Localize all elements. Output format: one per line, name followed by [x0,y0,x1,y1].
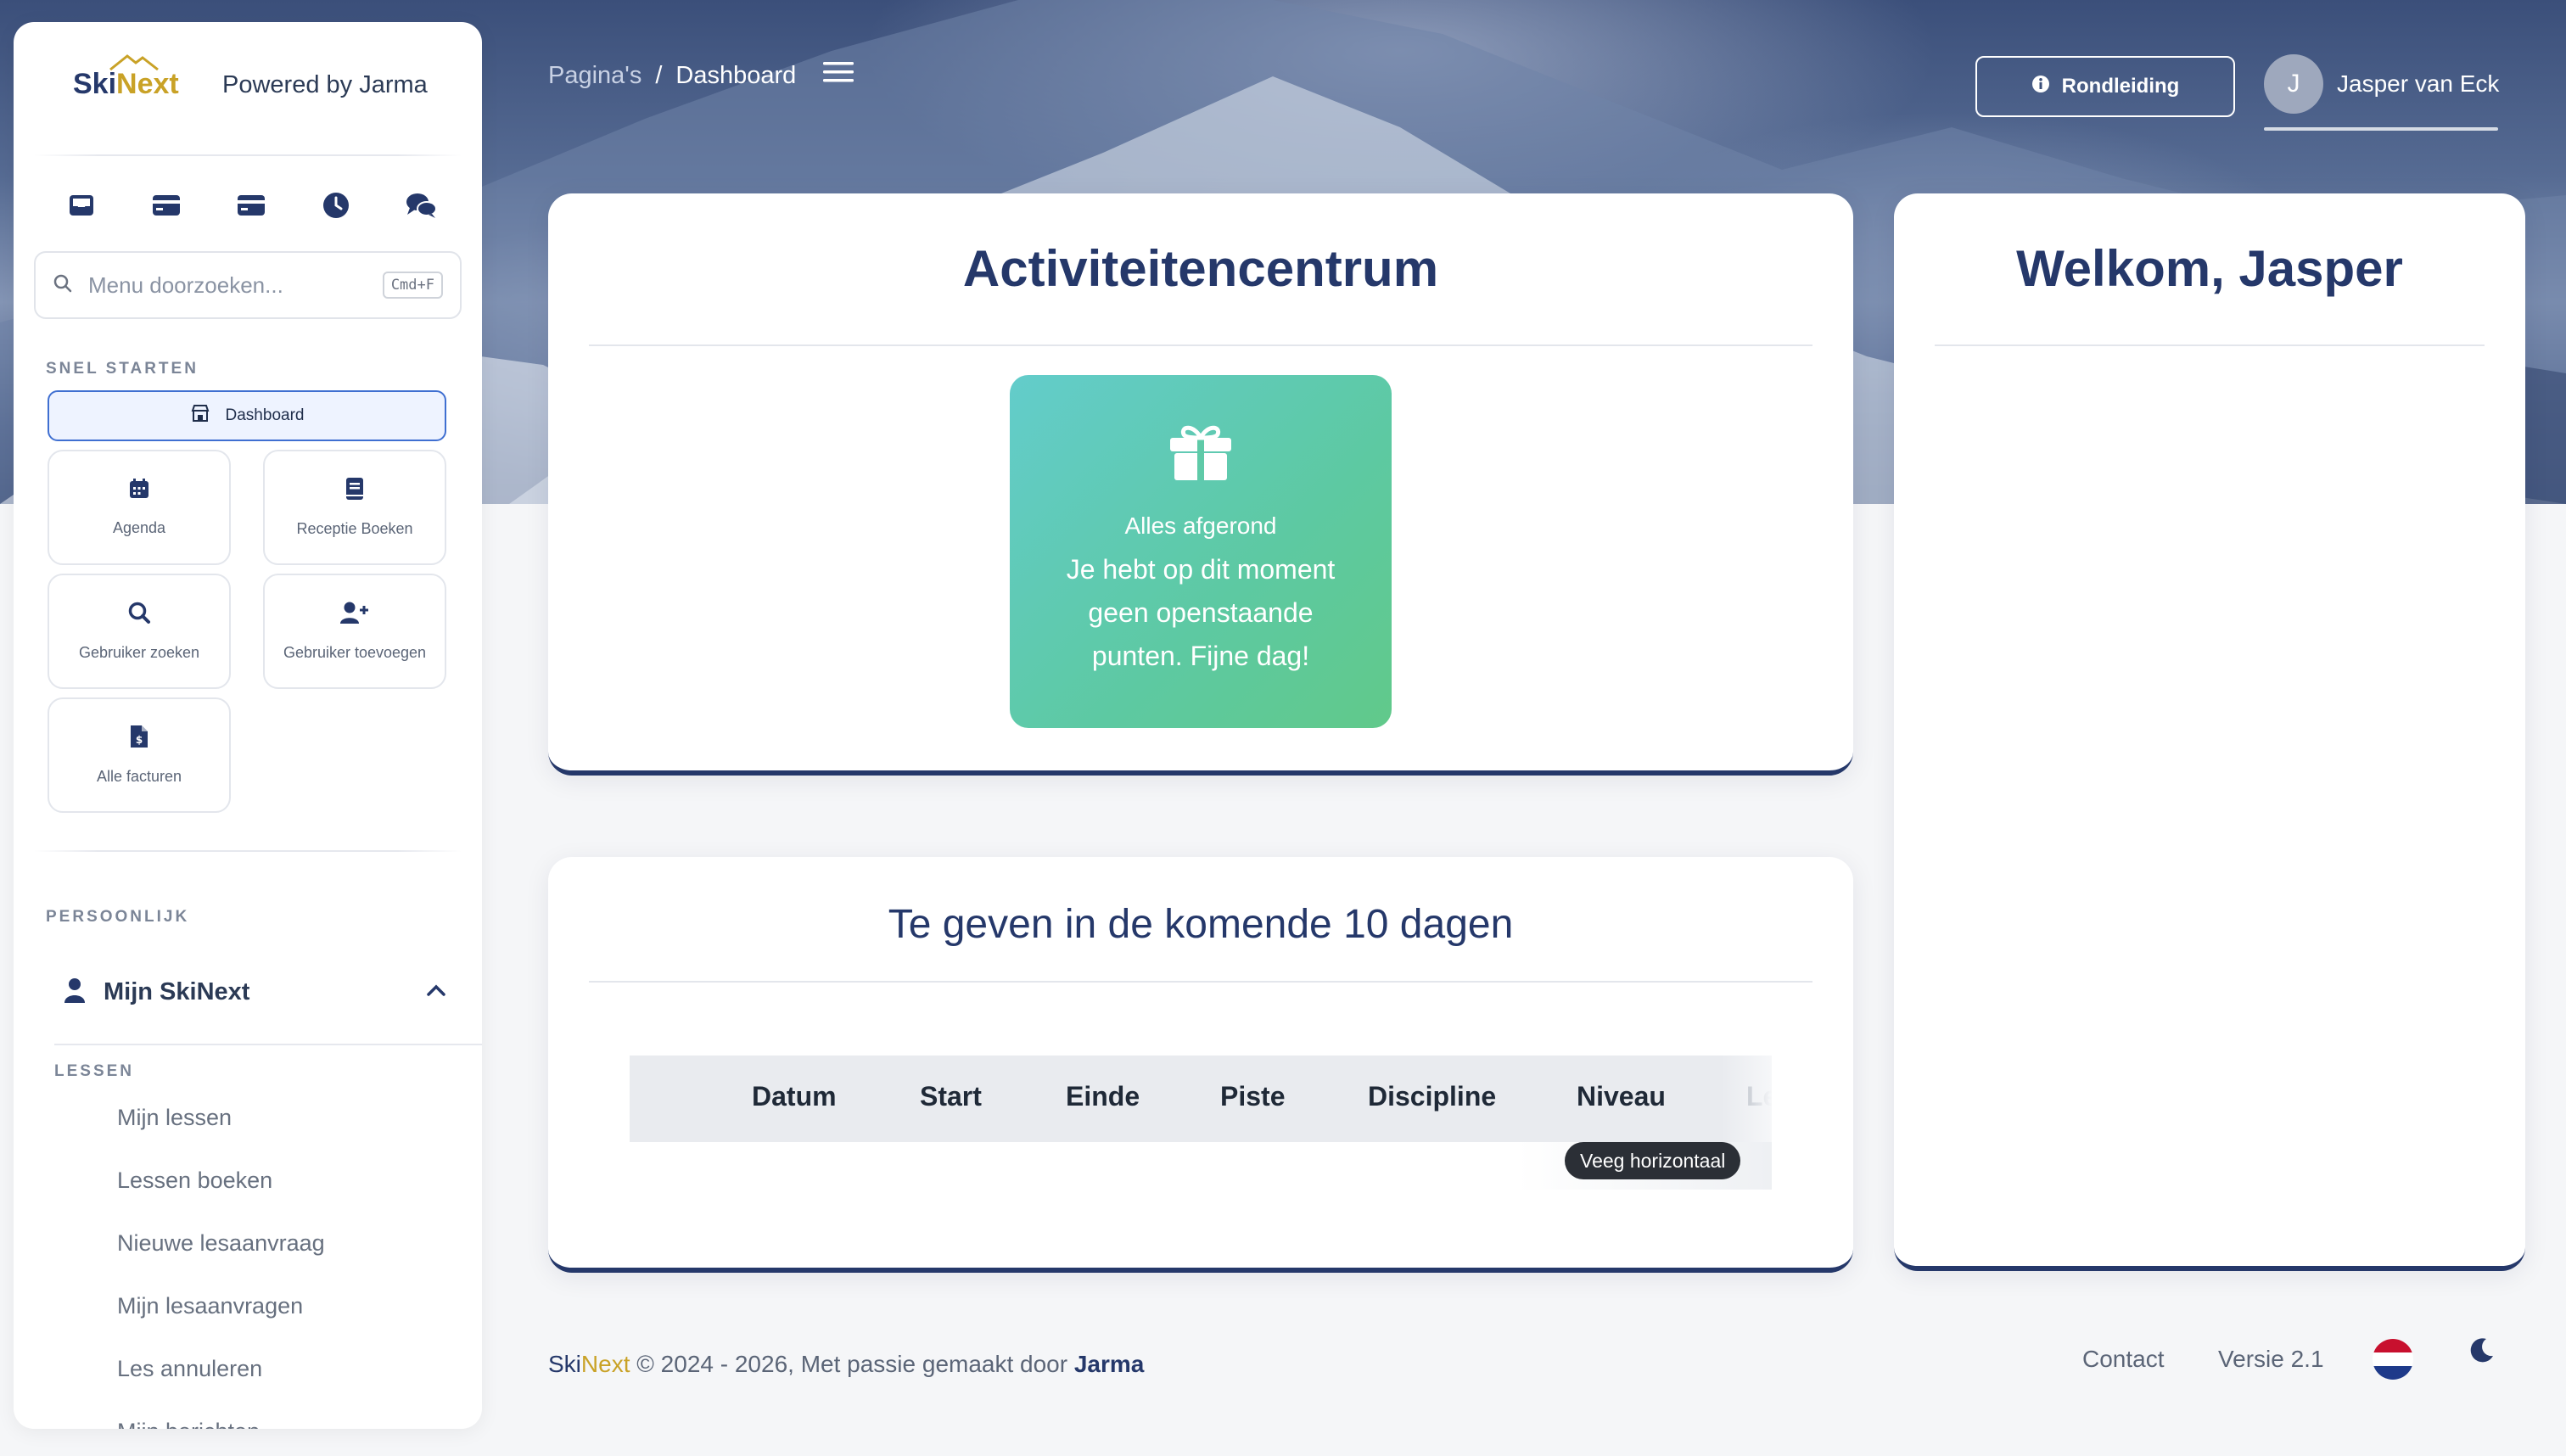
scroll-fade [1721,1056,1772,1142]
nav-link-mijn-berichten[interactable]: Mijn berichten [117,1419,260,1429]
skinext-logo: SkiNext [73,54,179,101]
user-menu[interactable]: J Jasper van Eck [2264,54,2499,114]
dashboard-button[interactable]: Dashboard [48,390,446,441]
card-divider [589,981,1812,983]
tile-gebruiker-toevoegen[interactable]: Gebruiker toevoegen [263,574,446,689]
clock-icon[interactable] [319,188,353,222]
user-icon [64,977,85,1007]
info-icon [2031,75,2050,99]
tour-button-label: Rondleiding [2061,75,2180,98]
tile-label: Alle facturen [96,768,182,785]
nav-link-mijn-lesaanvragen[interactable]: Mijn lesaanvragen [117,1293,303,1319]
footer-author-link[interactable]: Jarma [1074,1351,1145,1377]
activity-center-title: Activiteitencentrum [962,240,1439,297]
column-header-start[interactable]: Start [920,1081,982,1112]
nav-parent-label: Mijn SkiNext [104,978,250,1005]
brand-ski: Ski [73,68,117,100]
swipe-hint-badge: Veeg horizontaal [1565,1142,1741,1179]
user-plus-icon [339,601,370,629]
tile-agenda[interactable]: Agenda [48,450,231,565]
nav-mijn-skinext[interactable]: Mijn SkiNext [64,977,463,1007]
activity-center-card: Activiteitencentrum Alles afgerond Je he… [548,193,1853,776]
user-underline [2264,127,2498,131]
avatar: J [2264,54,2323,114]
section-label-personal: PERSOONLIJK [46,908,190,926]
menu-search[interactable]: Cmd+F [34,251,462,319]
nav-link-les-annuleren[interactable]: Les annuleren [117,1356,262,1382]
nav-link-lessen-boeken[interactable]: Lessen boeken [117,1168,272,1194]
footer-brand-ski: Ski [548,1351,581,1377]
sidebar-divider [34,154,462,156]
column-header-niveau[interactable]: Niveau [1577,1081,1666,1112]
brand-logo[interactable]: SkiNext [73,54,179,101]
footer-contact-link[interactable]: Contact [2082,1346,2165,1373]
calendar-icon [128,478,150,504]
credit-card-icon[interactable] [234,188,268,222]
lessons-table-header[interactable]: Datum Start Einde Piste Discipline Nivea… [630,1056,1772,1142]
tile-alle-facturen[interactable]: $ Alle facturen [48,697,231,813]
search-icon [127,601,151,629]
upcoming-lessons-card: Te geven in de komende 10 dagen Datum St… [548,857,1853,1273]
quick-icons-bar [48,188,455,222]
breadcrumb-dashboard: Dashboard [675,61,797,89]
invoice-icon: $ [130,725,148,753]
footer-version: Versie 2.1 [2218,1346,2324,1372]
user-name: Jasper van Eck [2337,70,2500,97]
gift-icon [1168,423,1233,486]
section-label-quick-start: SNEL STARTEN [46,360,199,378]
breadcrumb-separator: / [655,61,663,89]
dark-mode-moon-icon[interactable] [2468,1337,2495,1369]
credit-card-icon[interactable] [149,188,183,222]
sidebar-divider [34,850,462,852]
nav-sub-divider [54,1044,482,1045]
store-icon [190,403,210,428]
column-header-datum[interactable]: Datum [752,1081,837,1112]
tile-label: Receptie Boeken [296,520,413,537]
hamburger-menu-icon[interactable] [823,61,854,90]
breadcrumb: Pagina's / Dashboard [548,61,854,90]
column-header-discipline[interactable]: Discipline [1368,1081,1496,1112]
inbox-icon[interactable] [64,188,98,222]
dashboard-label: Dashboard [225,406,305,424]
chat-icon[interactable] [404,188,438,222]
powered-by: Powered by Jarma [222,71,428,98]
welcome-card: Welkom, Jasper [1894,193,2525,1271]
upcoming-title: Te geven in de komende 10 dagen [888,902,1514,947]
activity-message: Je hebt op dit moment geen openstaande p… [1066,554,1336,671]
tour-button[interactable]: Rondleiding [1975,56,2235,117]
footer-copyright: SkiNext © 2024 - 2026, Met passie gemaak… [548,1351,1144,1378]
book-icon [345,477,365,505]
card-divider [589,344,1812,346]
activity-status-box: Alles afgerond Je hebt op dit moment gee… [1010,375,1392,728]
nav-link-nieuwe-lesaanvraag[interactable]: Nieuwe lesaanvraag [117,1230,325,1257]
sidebar: SkiNext Powered by Jarma Cmd+F SNEL STAR… [14,22,482,1429]
footer-copyright-text: © 2024 - 2026, Met passie gemaakt door [630,1351,1074,1377]
footer-brand-next: Next [580,1351,630,1377]
welcome-title: Welkom, Jasper [2016,240,2403,297]
column-header-einde[interactable]: Einde [1066,1081,1140,1112]
tile-receptie-boeken[interactable]: Receptie Boeken [263,450,446,565]
column-header-piste[interactable]: Piste [1220,1081,1285,1112]
tile-gebruiker-zoeken[interactable]: Gebruiker zoeken [48,574,231,689]
tile-label: Agenda [112,519,166,536]
search-icon [53,273,73,298]
nav-link-mijn-lessen[interactable]: Mijn lessen [117,1105,232,1131]
svg-text:$: $ [136,734,143,746]
breadcrumb-paginas[interactable]: Pagina's [548,62,642,90]
tile-label: Gebruiker zoeken [78,644,200,661]
section-label-lessen: LESSEN [54,1062,135,1080]
card-divider [1935,344,2485,346]
activity-status: Alles afgerond [1124,512,1277,539]
tile-label: Gebruiker toevoegen [283,644,427,661]
chevron-up-icon[interactable] [426,983,446,1001]
language-flag-nl-icon[interactable] [2373,1339,2413,1380]
menu-search-input[interactable] [88,272,360,299]
mountain-logo-icon [109,54,159,71]
brand-next: Next [116,68,179,100]
search-shortcut-badge: Cmd+F [382,272,443,299]
